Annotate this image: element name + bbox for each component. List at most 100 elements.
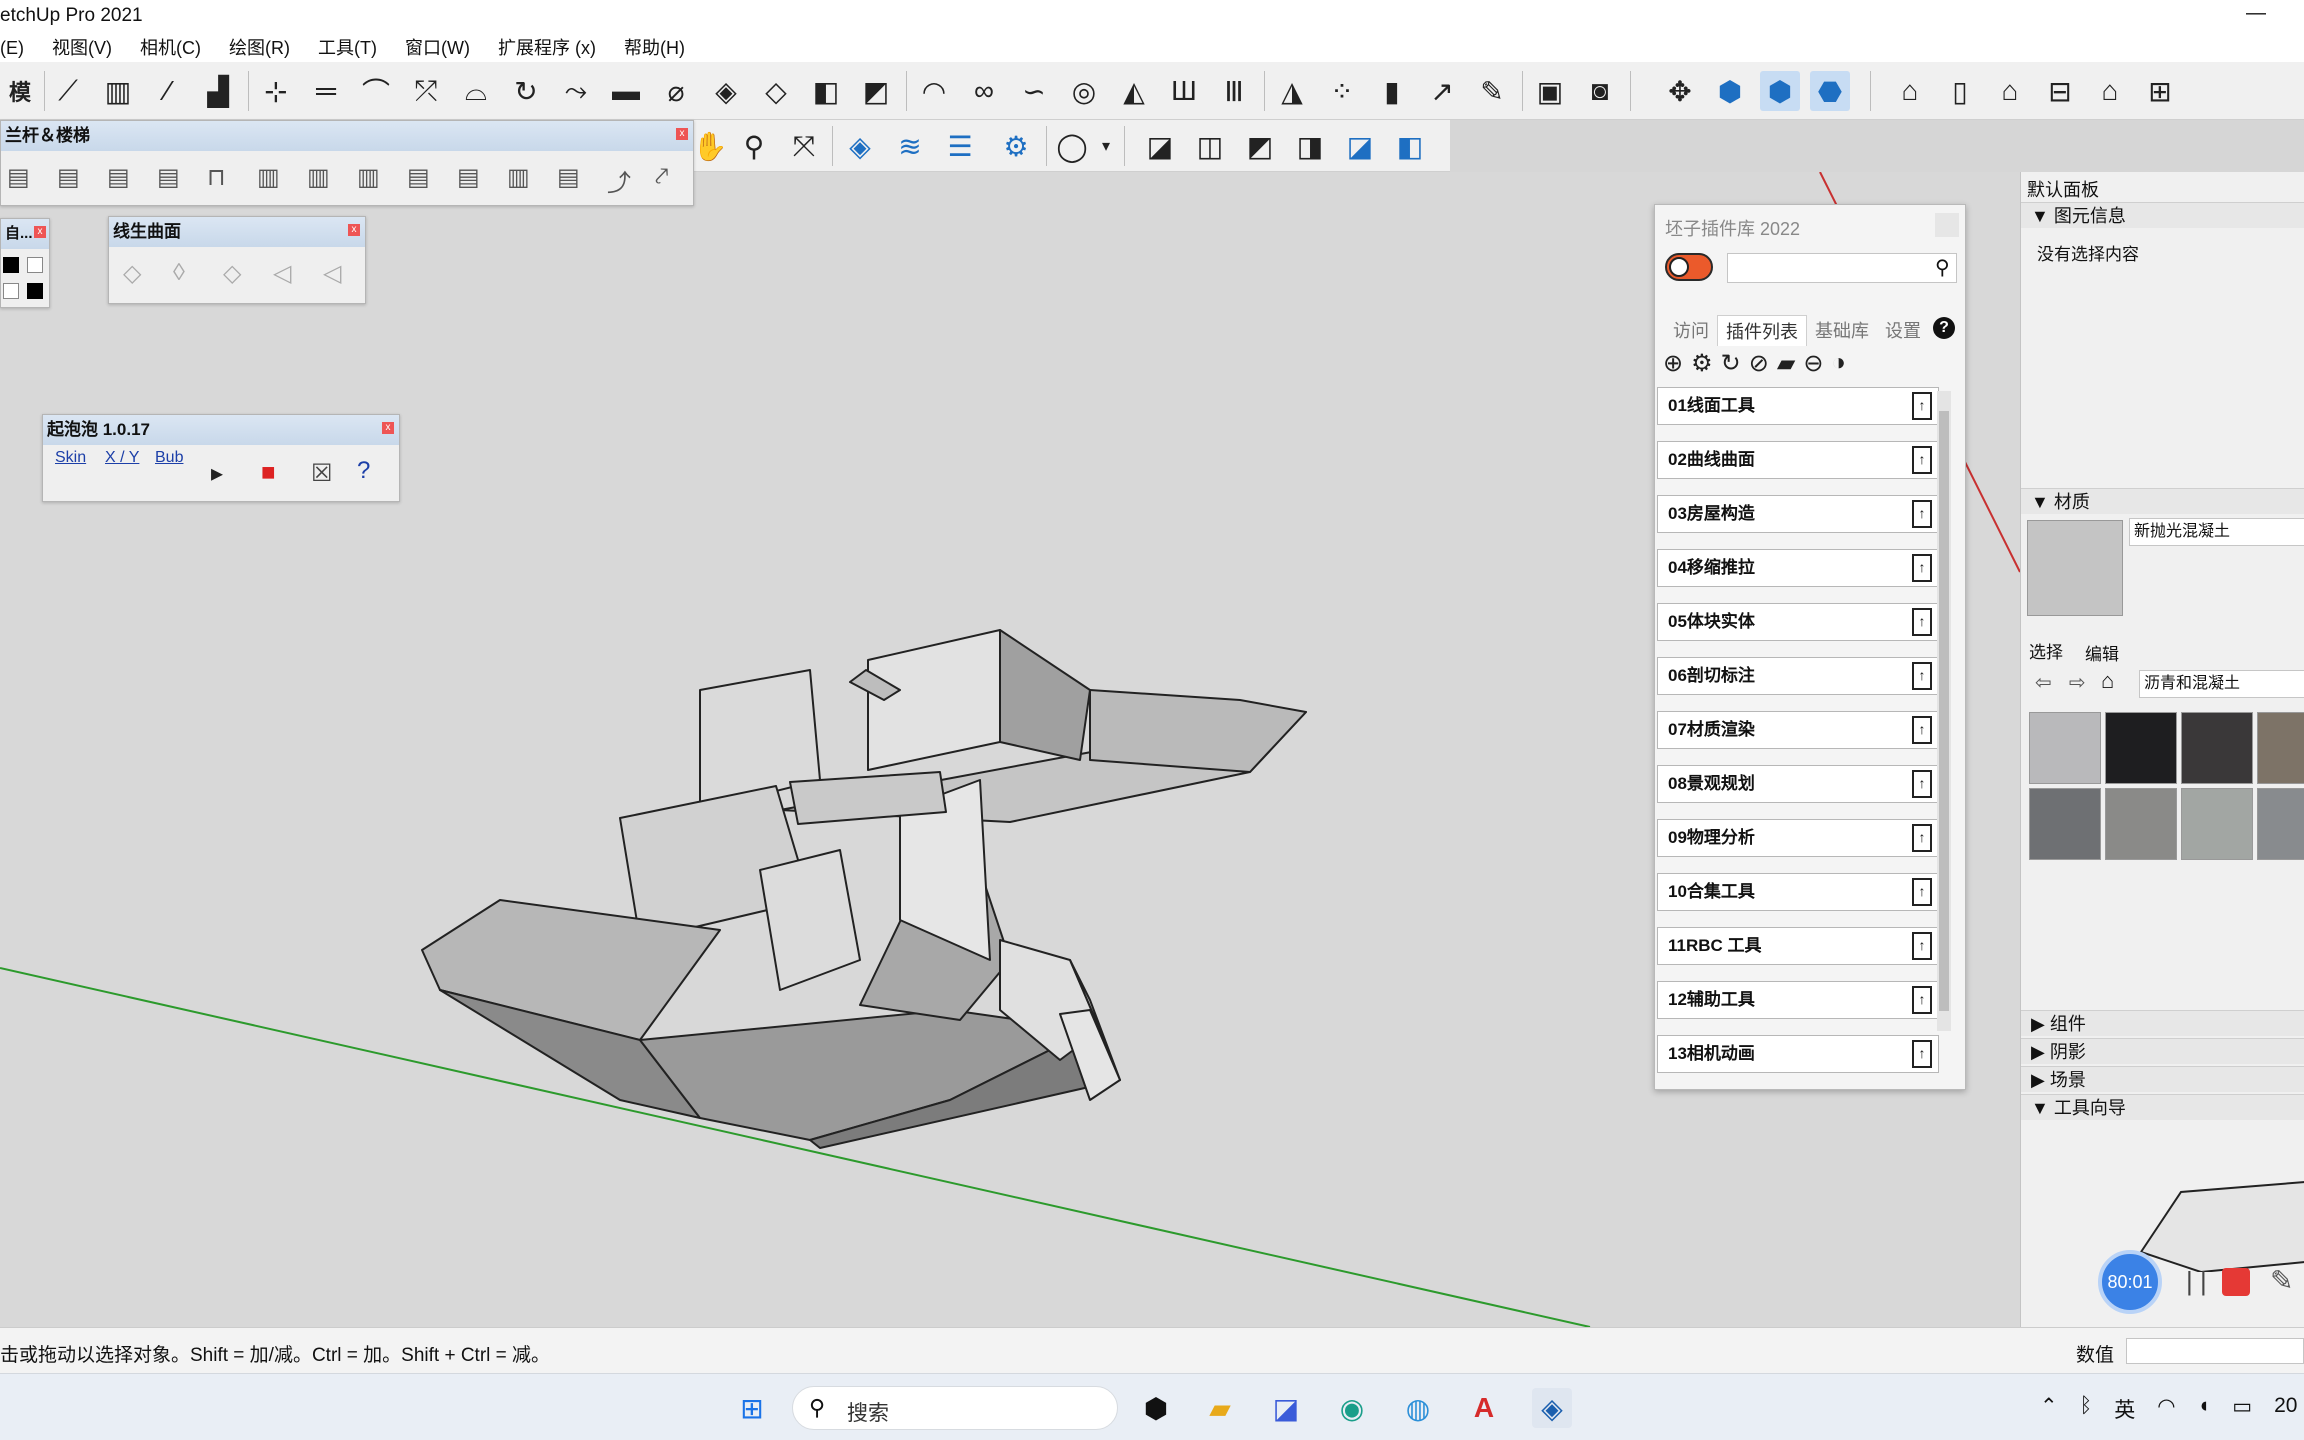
line-icon[interactable]: ═	[306, 71, 346, 111]
list-item[interactable]: 06剖切标注 ↑	[1657, 657, 1939, 695]
globe-icon[interactable]: ◍	[1398, 1388, 1438, 1428]
model-icon[interactable]: 模	[0, 71, 40, 111]
measurements-input[interactable]	[2126, 1338, 2304, 1364]
install-icon[interactable]: ↑	[1912, 824, 1932, 852]
help-icon[interactable]: ?	[357, 457, 370, 485]
bub-button[interactable]: Bub	[155, 449, 183, 467]
material-swatch[interactable]	[2029, 788, 2101, 860]
skin-button[interactable]: Skin	[55, 449, 86, 467]
list-item[interactable]: 11RBC 工具 ↑	[1657, 927, 1939, 965]
mirror-icon[interactable]: ◮	[1272, 71, 1312, 111]
arch-icon[interactable]: ⌓	[456, 71, 496, 111]
joint-icon[interactable]: ⊹	[256, 71, 296, 111]
cancel-icon[interactable]: ☒	[311, 459, 333, 488]
material-library-select[interactable]: 沥青和混凝土	[2139, 670, 2304, 698]
forward-icon[interactable]: ⇨	[2069, 670, 2086, 695]
zoom-icon[interactable]: ⚲	[734, 126, 774, 166]
list-item[interactable]: 07材质渲染 ↑	[1657, 711, 1939, 749]
collapse-icon[interactable]: ⊖	[1803, 349, 1823, 378]
help-button[interactable]: ?	[1933, 317, 1955, 339]
menu-draw[interactable]: 绘图(R)	[229, 34, 304, 62]
folder-icon[interactable]: ▰	[1200, 1388, 1240, 1428]
surface-2-icon[interactable]: ◊	[173, 259, 185, 287]
camera-icon[interactable]: ▣	[1530, 71, 1570, 111]
surface-4-icon[interactable]: ◁	[273, 259, 291, 288]
solid-subtract-icon[interactable]: ◨	[1290, 126, 1330, 166]
menu-extensions[interactable]: 扩展程序 (x)	[498, 34, 610, 62]
wave-icon[interactable]: ∽	[1014, 71, 1054, 111]
layer-icon[interactable]: ◈	[706, 71, 746, 111]
materials-header[interactable]: ▼ 材质	[2021, 488, 2304, 514]
search-icon[interactable]: ⚲	[1935, 255, 1950, 280]
menu-window[interactable]: 窗口(W)	[405, 34, 484, 62]
bluetooth-icon[interactable]: ᛒ	[2080, 1394, 2093, 1424]
chevron-down-icon[interactable]: ▾	[1086, 126, 1126, 166]
install-icon[interactable]: ↑	[1912, 932, 1932, 960]
arrow-icon[interactable]: ↗	[1422, 71, 1462, 111]
app-teal-icon[interactable]: ◉	[1332, 1388, 1372, 1428]
fence-icon[interactable]: Ш	[1164, 71, 1204, 111]
black-swatch[interactable]	[3, 257, 19, 273]
spiral-icon[interactable]: ◎	[1064, 71, 1104, 111]
battery-icon[interactable]: ▭	[2232, 1394, 2252, 1424]
list-item[interactable]: 09物理分析 ↑	[1657, 819, 1939, 857]
install-icon[interactable]: ↑	[1912, 716, 1932, 744]
material-swatch[interactable]	[2105, 712, 2177, 784]
cut-icon[interactable]: ◭	[1114, 71, 1154, 111]
start-icon[interactable]: ⊞	[732, 1388, 772, 1428]
sketchup-icon[interactable]: ◈	[1532, 1388, 1572, 1428]
surface-3-icon[interactable]: ◇	[223, 259, 241, 288]
back-view-icon[interactable]: ⊟	[2040, 71, 2080, 111]
stack-icon[interactable]: ☰	[940, 126, 980, 166]
bend-icon[interactable]: ◠	[914, 71, 954, 111]
solid-split-icon[interactable]: ◧	[1390, 126, 1430, 166]
tab-base-library[interactable]: 基础库	[1807, 315, 1877, 346]
plugin-search-input[interactable]	[1727, 253, 1957, 283]
unlock-icon[interactable]: ◩	[856, 71, 896, 111]
components-header[interactable]: ▶ 组件	[2021, 1010, 2304, 1036]
home-icon[interactable]: ⌂	[1990, 71, 2030, 111]
orbit-icon[interactable]: ✥	[1660, 71, 1700, 111]
connect-icon[interactable]: ⤳	[556, 71, 596, 111]
taskbar-search[interactable]: ⚲ 搜索	[792, 1386, 1118, 1430]
install-icon[interactable]: ↑	[1912, 770, 1932, 798]
list-item[interactable]: 02曲线曲面 ↑	[1657, 441, 1939, 479]
loop-icon[interactable]: ↻	[506, 71, 546, 111]
steps-icon[interactable]: ▟	[198, 71, 238, 111]
zoom-extents-icon[interactable]: ⤧	[784, 126, 824, 166]
wifi-icon[interactable]: ◠	[2157, 1394, 2175, 1424]
list-item[interactable]: 01线面工具 ↑	[1657, 387, 1939, 425]
curve-icon[interactable]: ⌒	[356, 71, 396, 111]
menu-edit[interactable]: (E)	[0, 34, 38, 62]
shadows-header[interactable]: ▶ 阴影	[2021, 1038, 2304, 1064]
section-plane-icon[interactable]: ≋	[890, 126, 930, 166]
list-item[interactable]: 03房屋构造 ↑	[1657, 495, 1939, 533]
pipe-icon[interactable]: ⌀	[656, 71, 696, 111]
instructor-header[interactable]: ▼ 工具向导	[2021, 1094, 2304, 1120]
railing-6-icon[interactable]: ▥	[257, 163, 280, 192]
install-icon[interactable]: ↑	[1912, 392, 1932, 420]
current-material-preview[interactable]	[2027, 520, 2123, 616]
railing-3-icon[interactable]: ▤	[107, 163, 130, 192]
list-item[interactable]: 12辅助工具 ↑	[1657, 981, 1939, 1019]
plugin-toggle[interactable]	[1665, 253, 1713, 281]
entity-info-header[interactable]: ▼ 图元信息	[2021, 202, 2304, 228]
install-icon[interactable]: ↑	[1912, 662, 1932, 690]
black-swatch-2[interactable]	[27, 283, 43, 299]
install-icon[interactable]: ↑	[1912, 608, 1932, 636]
menu-view[interactable]: 视图(V)	[52, 34, 126, 62]
surface-1-icon[interactable]: ◇	[123, 259, 141, 288]
section-icon[interactable]: ◈	[840, 126, 880, 166]
pillar-icon[interactable]: Ⅲ	[1214, 71, 1254, 111]
stop-icon[interactable]: ■	[261, 459, 276, 487]
solid-trim-icon[interactable]: ◪	[1340, 126, 1380, 166]
tab-plugin-list[interactable]: 插件列表	[1717, 315, 1807, 346]
material-swatch[interactable]	[2181, 788, 2253, 860]
plank-icon[interactable]: ▬	[606, 71, 646, 111]
pen-icon[interactable]: ✎	[2270, 1264, 2293, 1297]
material-swatch[interactable]	[2181, 712, 2253, 784]
list-item[interactable]: 08景观规划 ↑	[1657, 765, 1939, 803]
beam-icon[interactable]: ⁄	[148, 71, 188, 111]
railing-4-icon[interactable]: ▤	[157, 163, 180, 192]
menu-help[interactable]: 帮助(H)	[624, 34, 699, 62]
